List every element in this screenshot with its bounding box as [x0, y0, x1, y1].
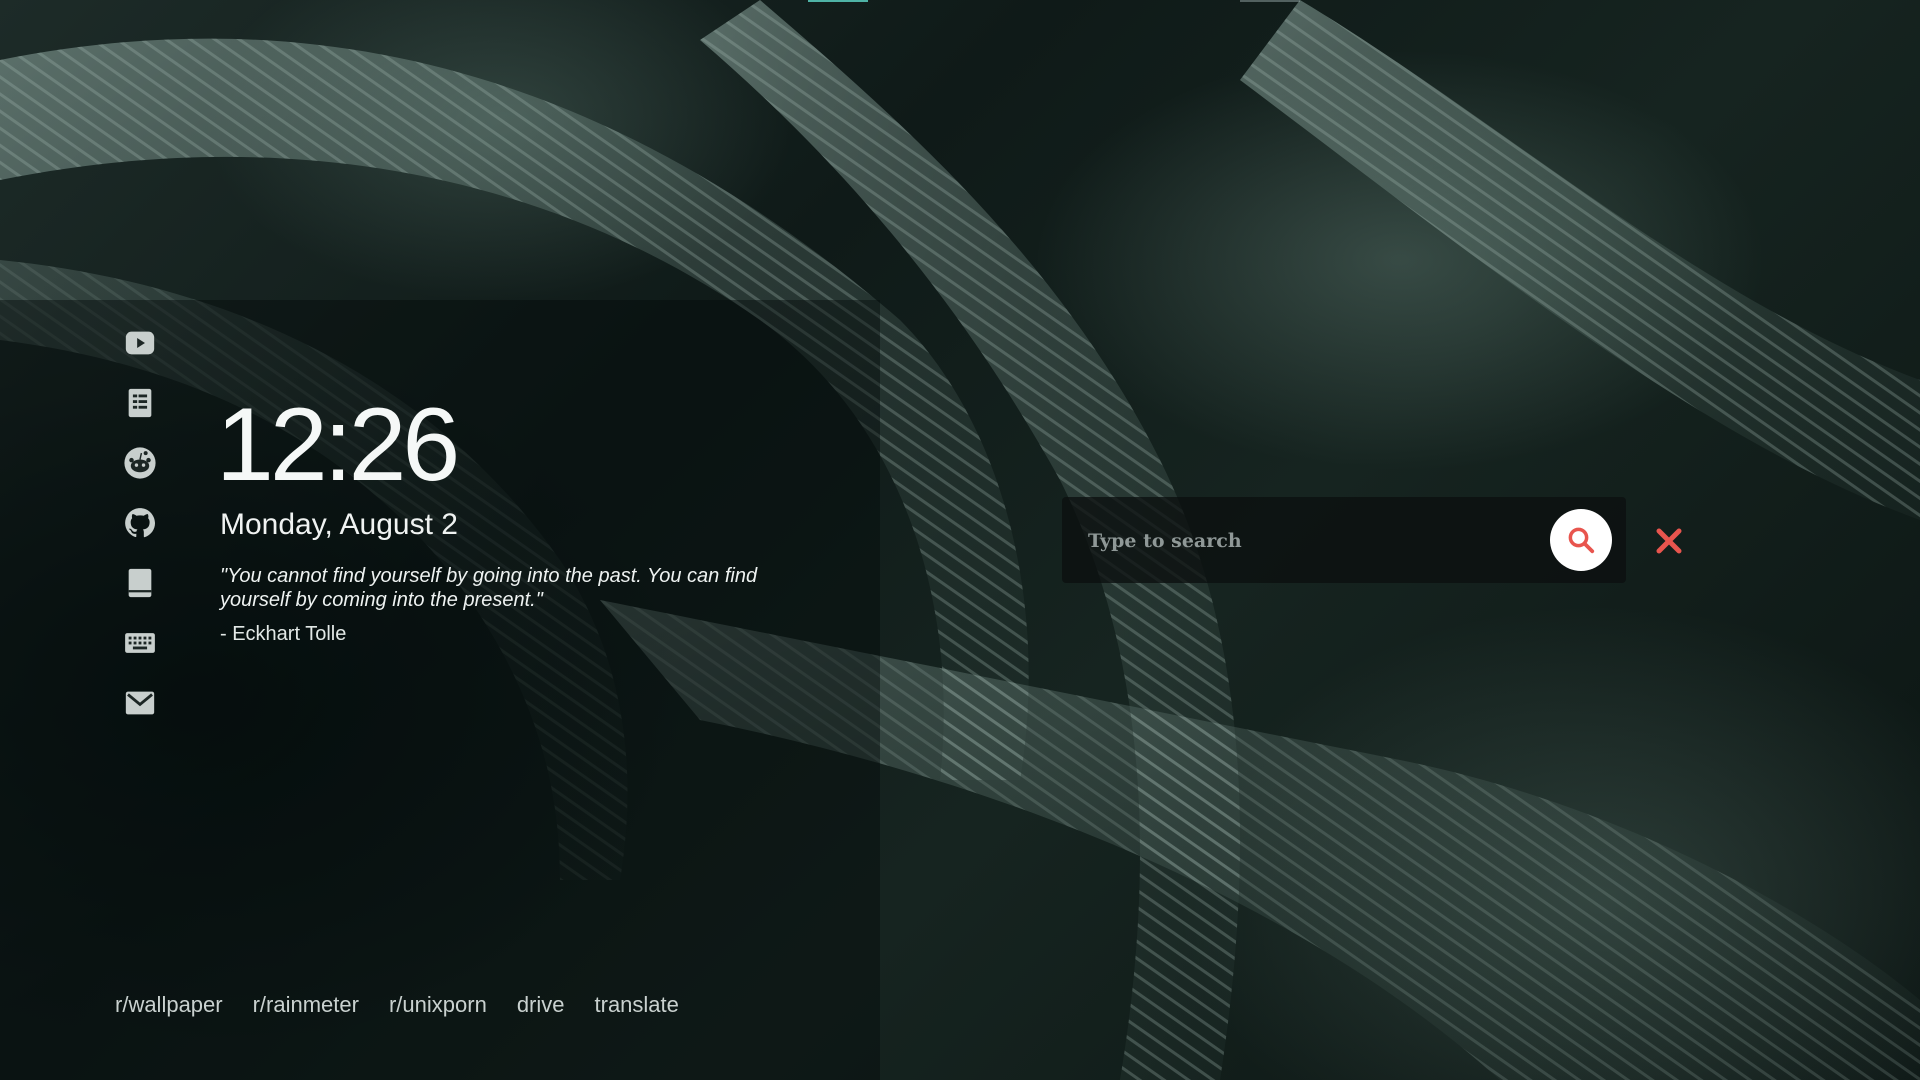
search-button[interactable] — [1550, 509, 1612, 571]
sidebar — [122, 325, 158, 745]
link-rainmeter[interactable]: r/rainmeter — [253, 992, 359, 1018]
mail-icon[interactable] — [122, 685, 158, 721]
clock-time: 12:26 — [216, 387, 460, 503]
search-bar — [1062, 497, 1626, 583]
link-drive[interactable]: drive — [517, 992, 565, 1018]
close-icon — [1656, 528, 1682, 554]
quote-author: - Eckhart Tolle — [220, 623, 347, 645]
top-accent-indicator — [808, 0, 868, 2]
clear-search-button[interactable] — [1652, 524, 1686, 558]
github-icon[interactable] — [122, 505, 158, 541]
reddit-icon[interactable] — [122, 445, 158, 481]
link-unixporn[interactable]: r/unixporn — [389, 992, 487, 1018]
quote-text: "You cannot find yourself by going into … — [220, 565, 758, 611]
search-input[interactable] — [1086, 521, 1510, 561]
clock-date: Monday, August 2 — [220, 508, 458, 541]
youtube-icon[interactable] — [122, 325, 158, 361]
keyboard-icon[interactable] — [122, 625, 158, 661]
link-wallpaper[interactable]: r/wallpaper — [115, 992, 223, 1018]
desktop-wallpaper: 12:26 Monday, August 2 "You cannot find … — [0, 0, 1920, 1080]
top-divider — [1240, 0, 1300, 2]
link-translate[interactable]: translate — [595, 992, 679, 1018]
book-icon[interactable] — [122, 565, 158, 601]
bottom-links: r/wallpaper r/rainmeter r/unixporn drive… — [115, 992, 679, 1018]
search-icon — [1568, 527, 1595, 554]
document-icon[interactable] — [122, 385, 158, 421]
